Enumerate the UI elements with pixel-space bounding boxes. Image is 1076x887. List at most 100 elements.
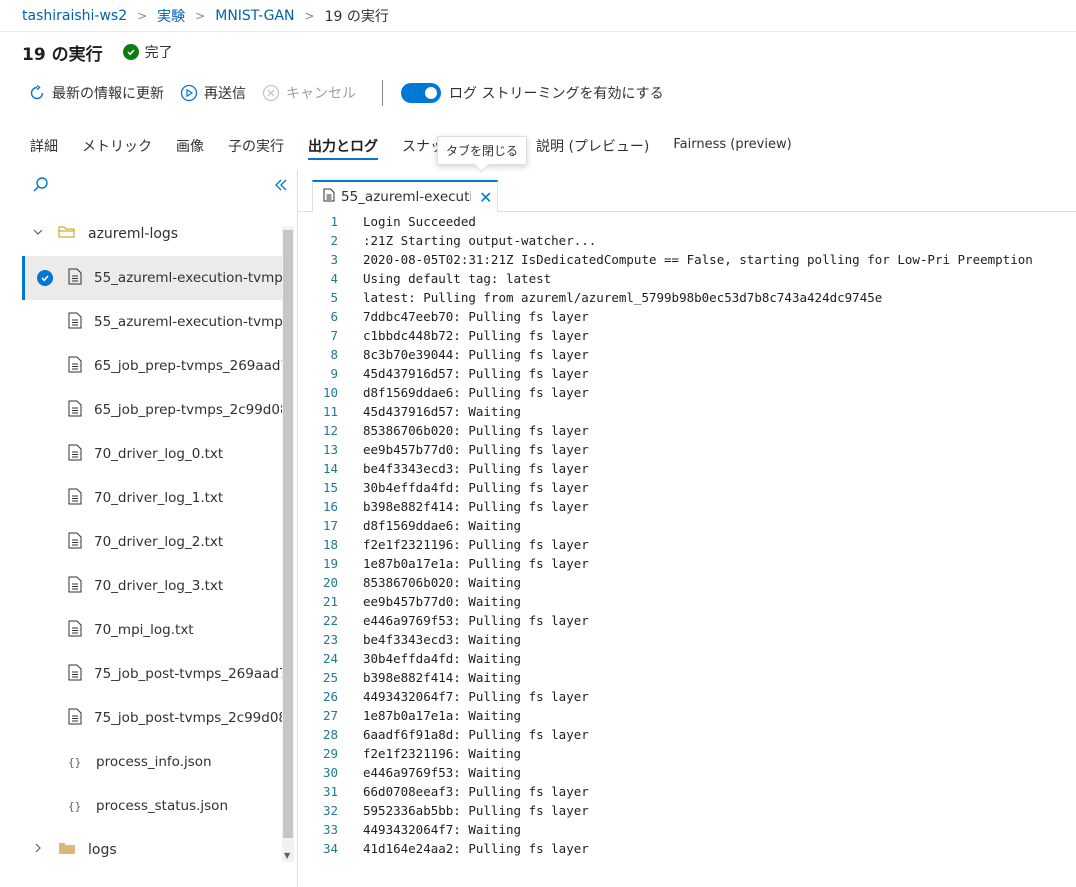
scrollbar-thumb[interactable] [283,230,293,838]
breadcrumb-run: 19 の実行 [324,8,389,25]
cancel-circle-icon [262,84,280,102]
log-line: 5 latest: Pulling from azureml/azureml_57… [298,288,1076,307]
log-line: 2:21Z Starting output-watcher... [298,231,1076,250]
line-text: e446a9769f53: Waiting [363,765,522,780]
line-number: 29 [322,746,338,761]
file-item[interactable]: 70_mpi_log.txt [22,608,284,652]
file-item[interactable]: 55_azureml-execution-tvmps_ [22,300,284,344]
log-streaming-toggle[interactable] [401,83,441,103]
chevron-down-icon [32,226,46,242]
log-line: 13 ee9b457b77d0: Pulling fs layer [298,440,1076,459]
line-text: b398e882f414: Waiting [363,670,522,685]
file-name: 70_driver_log_1.txt [94,490,224,506]
line-number: 24 [322,651,338,666]
breadcrumb-experiment[interactable]: MNIST-GAN [215,8,294,24]
line-number: 30 [322,765,338,780]
log-line: 6 7ddbc47eeb70: Pulling fs layer [298,307,1076,326]
file-name: 55_azureml-execution-tvmps_ [94,314,284,330]
command-bar: 最新の情報に更新 再送信 キャンセル ログ ストリーミングを有効にする [28,80,664,106]
file-item[interactable]: 70_driver_log_2.txt [22,520,284,564]
line-text: 41d164e24aa2: Pulling fs layer [363,841,589,856]
log-streaming-label: ログ ストリーミングを有効にする [449,86,664,102]
line-text: 4493432064f7: Waiting [363,822,522,837]
document-icon [68,488,82,509]
folder-label: azureml-logs [88,226,179,242]
breadcrumb: tashiraishi-ws2 > 実験 > MNIST-GAN > 19 の実… [0,0,1076,32]
tab-details[interactable]: 詳細 [30,130,58,160]
folder-azureml-logs[interactable]: azureml-logs [22,212,284,256]
log-line: 9 45d437916d57: Pulling fs layer [298,364,1076,383]
log-line: 4 Using default tag: latest [298,269,1076,288]
line-number: 7 [330,328,338,343]
file-name: 70_driver_log_3.txt [94,578,224,594]
file-item[interactable]: {} process_status.json [22,784,284,828]
chevron-right-icon [32,842,46,858]
search-icon[interactable] [32,176,50,194]
file-item[interactable]: 70_driver_log_1.txt [22,476,284,520]
file-item[interactable]: 70_driver_log_0.txt [22,432,284,476]
folder-logs[interactable]: logs [22,828,284,872]
tree-scrollbar[interactable]: ▼ [282,226,294,862]
close-icon[interactable]: ✕ [479,188,492,207]
tab-explanations[interactable]: 説明 (プレビュー) [536,130,649,160]
file-item[interactable]: 75_job_post-tvmps_269aad74 [22,652,284,696]
line-text: 2020-08-05T02:31:21Z IsDedicatedCompute … [363,252,1033,267]
file-name: 55_azureml-execution-tvmps [94,270,284,286]
line-number: 26 [322,689,338,704]
check-circle-icon [122,44,139,60]
file-item[interactable]: 55_azureml-execution-tvmps [22,256,284,300]
file-search [22,170,297,200]
breadcrumb-experiments[interactable]: 実験 [157,6,185,26]
log-line: 10 d8f1569ddae6: Pulling fs layer [298,383,1076,402]
line-number: 33 [322,822,338,837]
line-number: 10 [322,385,338,400]
document-icon [68,708,82,729]
file-item[interactable]: 75_job_post-tvmps_2c99d080 [22,696,284,740]
line-text: latest: Pulling from azureml/azureml_579… [363,290,883,305]
file-tab[interactable]: 55_azureml-executic ✕ [312,180,498,212]
breadcrumb-workspace[interactable]: tashiraishi-ws2 [22,8,127,24]
tab-child-runs[interactable]: 子の実行 [228,130,284,160]
tab-metrics[interactable]: メトリック [82,130,152,160]
refresh-button[interactable]: 最新の情報に更新 [28,83,164,103]
line-text: 1e87b0a17e1a: Pulling fs layer [363,556,589,571]
document-icon [68,620,82,641]
line-number: 12 [322,423,338,438]
file-item[interactable]: 65_job_prep-tvmps_2c99d080 [22,388,284,432]
tab-fairness[interactable]: Fairness (preview) [673,130,791,160]
file-item[interactable]: 70_driver_log_3.txt [22,564,284,608]
log-line: 16 b398e882f414: Pulling fs layer [298,497,1076,516]
file-name: 70_driver_log_2.txt [94,534,224,550]
line-number: 21 [322,594,338,609]
log-line: 31 66d0708eeaf3: Pulling fs layer [298,782,1076,801]
file-name: 75_job_post-tvmps_2c99d080 [94,710,284,726]
file-item[interactable]: 65_job_prep-tvmps_269aad74 [22,344,284,388]
document-icon [68,268,82,289]
line-text: 8c3b70e39044: Pulling fs layer [363,347,589,362]
file-name: 70_mpi_log.txt [94,622,194,638]
line-text: d8f1569ddae6: Pulling fs layer [363,385,589,400]
chevron-right-icon: > [137,8,148,23]
line-number: 18 [322,537,338,552]
cancel-button[interactable]: キャンセル [262,83,356,103]
file-item[interactable]: {} process_info.json [22,740,284,784]
refresh-label: 最新の情報に更新 [52,86,164,102]
document-icon [68,356,82,377]
line-number: 22 [322,613,338,628]
tab-images[interactable]: 画像 [176,130,204,160]
tab-outputs-logs[interactable]: 出力とログ [308,130,378,160]
play-circle-icon [180,84,198,102]
json-braces-icon: {} [68,755,82,769]
line-number: 32 [322,803,338,818]
collapse-pane-icon[interactable] [273,177,289,193]
log-line: 17 d8f1569ddae6: Waiting [298,516,1076,535]
document-icon [68,664,82,685]
log-line: 30 e446a9769f53: Waiting [298,763,1076,782]
line-number: 27 [322,708,338,723]
line-text: 85386706b020: Waiting [363,575,522,590]
scroll-down-icon[interactable]: ▼ [284,851,290,860]
tab-bar: 詳細 メトリック 画像 子の実行 出力とログ スナッ 説明 (プレビュー) Fa… [30,130,816,170]
file-tab-label: 55_azureml-executic [341,189,471,205]
resubmit-button[interactable]: 再送信 [180,83,246,103]
log-line: 14 be4f3343ecd3: Pulling fs layer [298,459,1076,478]
